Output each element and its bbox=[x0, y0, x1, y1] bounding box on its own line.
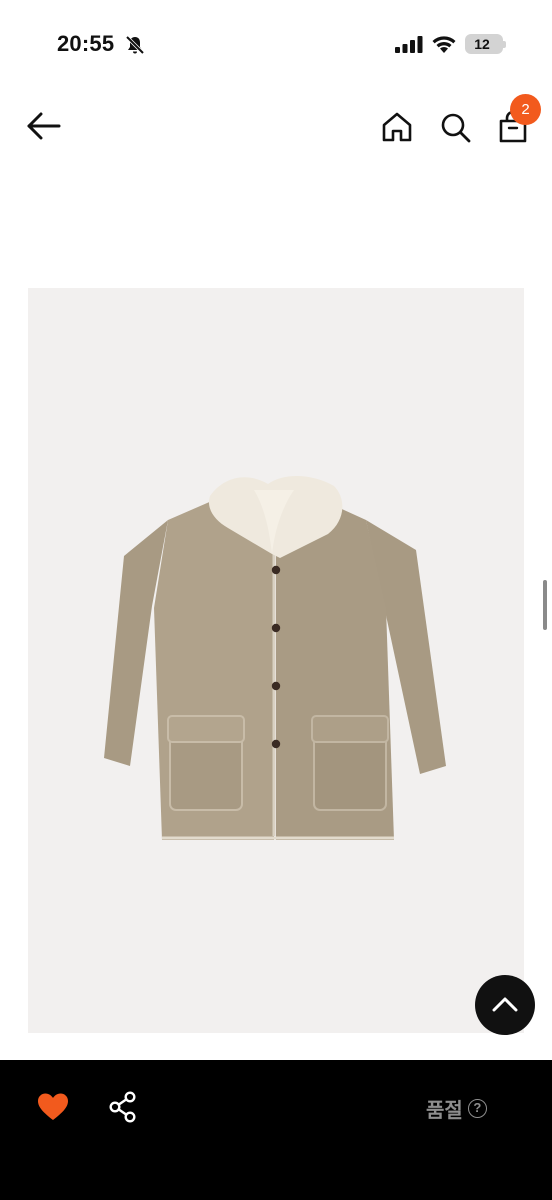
scrollbar[interactable] bbox=[543, 580, 547, 630]
soldout-status: 품절 ? bbox=[426, 1096, 487, 1122]
bell-off-icon bbox=[125, 35, 145, 55]
bottom-action-bar: 품절 ? bbox=[0, 1060, 552, 1200]
scroll-to-top-button[interactable] bbox=[475, 975, 535, 1035]
cellular-signal-icon bbox=[395, 36, 423, 53]
battery-level: 12 bbox=[474, 36, 490, 52]
battery-nub bbox=[503, 41, 506, 48]
coat-image bbox=[104, 475, 446, 840]
wifi-icon bbox=[432, 36, 456, 53]
help-icon[interactable]: ? bbox=[467, 1098, 487, 1118]
soldout-label: 품절 bbox=[426, 1097, 463, 1122]
status-time: 20:55 bbox=[57, 31, 115, 56]
chevron-up-icon bbox=[492, 997, 518, 1012]
status-bar: 20:55 12 bbox=[0, 0, 552, 90]
cart-count-badge: 2 bbox=[510, 94, 541, 125]
product-image[interactable] bbox=[28, 288, 524, 1033]
share-icon[interactable] bbox=[106, 1090, 140, 1124]
home-icon[interactable] bbox=[380, 110, 414, 144]
heart-icon[interactable] bbox=[36, 1090, 70, 1124]
search-icon[interactable] bbox=[438, 110, 472, 144]
back-arrow-icon[interactable] bbox=[24, 108, 64, 144]
battery-icon: 12 bbox=[465, 34, 503, 54]
